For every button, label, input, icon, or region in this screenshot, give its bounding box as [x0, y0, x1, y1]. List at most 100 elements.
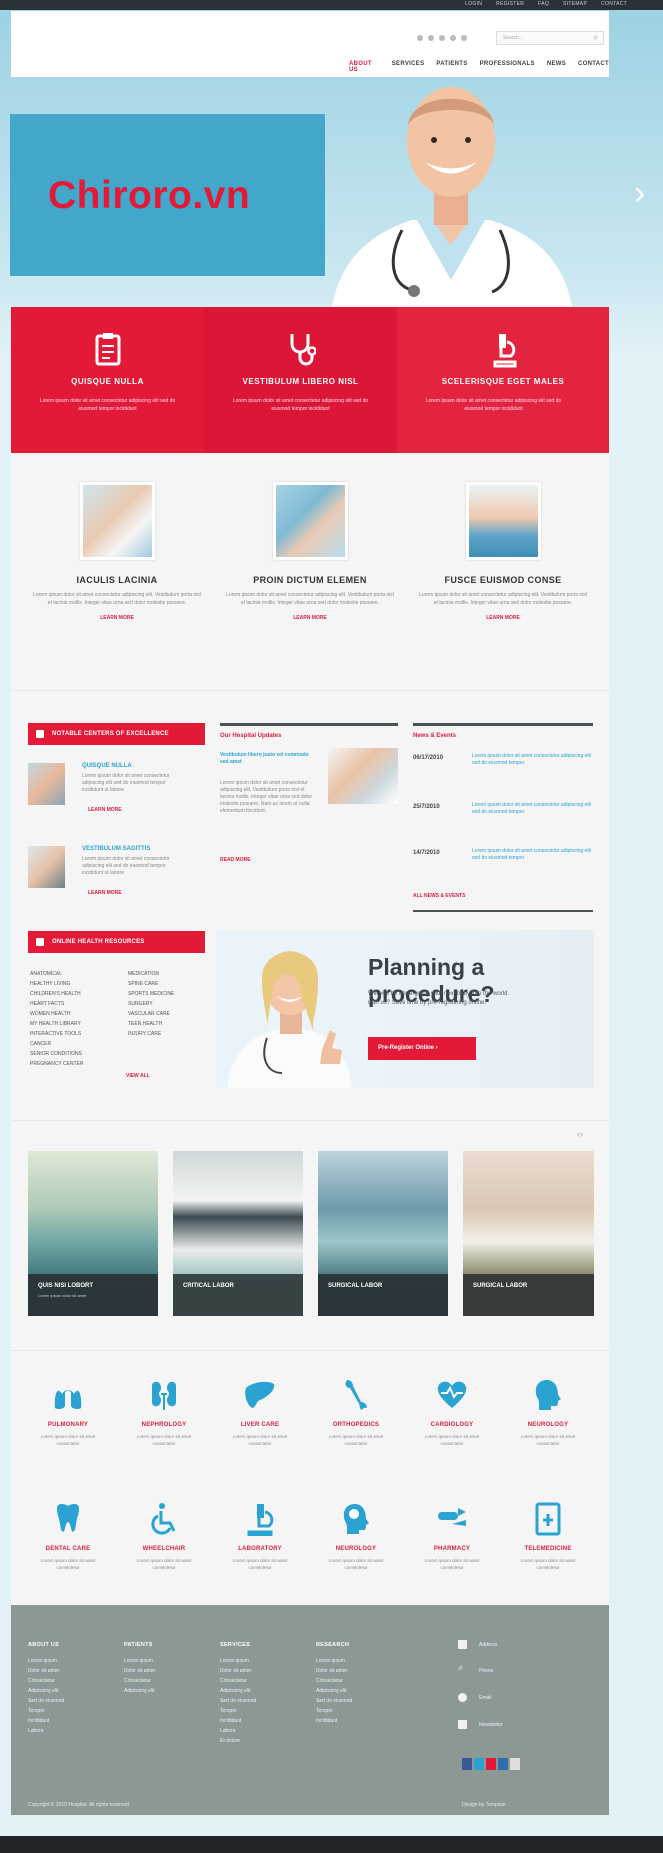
nav-services[interactable]: SERVICES	[392, 61, 425, 73]
footer-link[interactable]: Adipiscing elit	[124, 1686, 155, 1696]
footer-link[interactable]: Dolor sit amet	[28, 1666, 64, 1676]
twitter-icon[interactable]	[428, 35, 434, 41]
footer-link[interactable]: Et dolore	[220, 1736, 256, 1746]
footer-link[interactable]: Sed do eiusmod	[28, 1696, 64, 1706]
footer-link[interactable]: Tempor	[220, 1706, 256, 1716]
footer-link[interactable]: Lorem ipsum	[220, 1656, 256, 1666]
footer-link[interactable]: Labore	[28, 1726, 64, 1736]
footer-link[interactable]: Tempor	[316, 1706, 352, 1716]
chevron-right-icon[interactable]: ›	[634, 176, 645, 210]
nav-contact[interactable]: CONTACT	[578, 61, 609, 73]
footer-link[interactable]: Adipiscing elit	[220, 1686, 256, 1696]
gallery-item-1[interactable]: QUIS NISI LOBORT Lorem ipsum dolor sit am…	[28, 1151, 158, 1316]
health-link[interactable]: WOMEN HEALTH	[30, 1009, 84, 1019]
item-title[interactable]: VESTIBULUM SAGITTIS	[82, 846, 150, 852]
linkedin-icon[interactable]	[461, 35, 467, 41]
footer-link[interactable]: Dolor sit amet	[316, 1666, 352, 1676]
rss-icon[interactable]	[439, 35, 445, 41]
footer-link[interactable]: Labore	[220, 1726, 256, 1736]
health-link[interactable]: PREGNANCY CENTER	[30, 1059, 84, 1069]
hospital-subtitle[interactable]: Vestibulum libero justo vel commodo sed …	[220, 752, 310, 766]
top-link-sitemap[interactable]: SITEMAP	[563, 1, 587, 7]
service-item[interactable]: PHARMACY Lorem ipsum dolor sit amet conse…	[408, 1502, 496, 1571]
health-link[interactable]: INJURY CARE	[128, 1029, 174, 1039]
nav-news[interactable]: NEWS	[547, 61, 566, 73]
rss-icon[interactable]	[510, 1758, 520, 1770]
footer-link[interactable]: Consectetur	[316, 1676, 352, 1686]
carousel-nav-icon[interactable]: ‹›	[577, 1129, 583, 1139]
event-text[interactable]: Lorem ipsum dolor sit amet consectetur a…	[472, 802, 592, 816]
footer-link[interactable]: Sed do eiusmod	[220, 1696, 256, 1706]
footer-link[interactable]: Dolor sit amet	[220, 1666, 256, 1676]
service-item[interactable]: LIVER CARE Lorem ipsum dolor sit amet con…	[216, 1378, 304, 1447]
top-link-login[interactable]: LOGIN	[465, 1, 482, 7]
event-text[interactable]: Lorem ipsum dolor sit amet consectetur a…	[472, 753, 592, 767]
pre-register-button[interactable]: Pre-Register Online ›	[368, 1037, 476, 1060]
gallery-item-3[interactable]: SURGICAL LABOR	[318, 1151, 448, 1316]
view-all-link[interactable]: VIEW ALL	[126, 1073, 150, 1080]
service-item[interactable]: CARDIOLOGY Lorem ipsum dolor sit amet con…	[408, 1378, 496, 1447]
health-link[interactable]: INTERACTIVE TOOLS	[30, 1029, 84, 1039]
all-events-link[interactable]: ALL NEWS & EVENTS	[413, 893, 465, 900]
twitter-icon[interactable]	[474, 1758, 484, 1770]
health-link[interactable]: SURGERY	[128, 999, 174, 1009]
service-item[interactable]: ORTHOPEDICS Lorem ipsum dolor sit amet co…	[312, 1378, 400, 1447]
nav-about[interactable]: ABOUT US	[349, 61, 380, 73]
top-link-faq[interactable]: FAQ	[538, 1, 549, 7]
footer-link[interactable]: Consectetur	[220, 1676, 256, 1686]
feature-2[interactable]: VESTIBULUM LIBERO NISL Lorem ipsum dolor…	[204, 307, 397, 453]
learn-more-link[interactable]: LEARN MORE	[88, 890, 122, 896]
learn-more-link[interactable]: LEARN MORE	[215, 615, 405, 621]
footer-link[interactable]: Sed do eiusmod	[316, 1696, 352, 1706]
nav-patients[interactable]: PATIENTS	[436, 61, 467, 73]
youtube-icon[interactable]	[450, 35, 456, 41]
learn-more-link[interactable]: LEARN MORE	[408, 615, 598, 621]
health-link[interactable]: CHILDREN'S HEALTH	[30, 989, 84, 999]
read-more-link[interactable]: READ MORE	[220, 857, 251, 864]
service-item[interactable]: NEUROLOGY Lorem ipsum dolor sit amet cons…	[312, 1502, 400, 1571]
footer-link[interactable]: Incididunt	[28, 1716, 64, 1726]
health-link[interactable]: SPORTS MEDICINE	[128, 989, 174, 999]
footer-link[interactable]: Adipiscing elit	[28, 1686, 64, 1696]
top-link-register[interactable]: REGISTER	[496, 1, 524, 7]
service-item[interactable]: DENTAL CARE Lorem ipsum dolor sit amet co…	[24, 1502, 112, 1571]
facebook-icon[interactable]	[417, 35, 423, 41]
contact-newsletter[interactable]: Newsletter	[458, 1720, 503, 1729]
gallery-item-2[interactable]: CRITICAL LABOR	[173, 1151, 303, 1316]
item-title[interactable]: QUISQUE NULLA	[82, 763, 132, 769]
footer-link[interactable]: Dolor sit amet	[124, 1666, 155, 1676]
footer-link[interactable]: Consectetur	[28, 1676, 64, 1686]
service-item[interactable]: LABORATORY Lorem ipsum dolor sit amet con…	[216, 1502, 304, 1571]
health-link[interactable]: VASCULAR CARE	[128, 1009, 174, 1019]
search-icon[interactable]: ⌕	[594, 33, 598, 43]
footer-link[interactable]: Incididunt	[316, 1716, 352, 1726]
gallery-item-4[interactable]: SURGICAL LABOR	[463, 1151, 594, 1316]
search-input[interactable]: Search... ⌕	[496, 31, 604, 45]
footer-link[interactable]: Lorem ipsum	[28, 1656, 64, 1666]
nav-professionals[interactable]: PROFESSIONALS	[480, 61, 535, 73]
service-item[interactable]: TELEMEDICINE Lorem ipsum dolor sit amet c…	[504, 1502, 592, 1571]
learn-more-link[interactable]: LEARN MORE	[22, 615, 212, 621]
health-link[interactable]: HEALTHY LIVING	[30, 979, 84, 989]
service-item[interactable]: WHEELCHAIR Lorem ipsum dolor sit amet con…	[120, 1502, 208, 1571]
health-link[interactable]: HEART FACTS	[30, 999, 84, 1009]
health-link[interactable]: MY HEALTH LIBRARY	[30, 1019, 84, 1029]
health-link[interactable]: SPINE CARE	[128, 979, 174, 989]
event-text[interactable]: Lorem ipsum dolor sit amet consectetur a…	[472, 848, 592, 862]
health-link[interactable]: CANCER	[30, 1039, 84, 1049]
health-link[interactable]: ANATOMICAL	[30, 969, 84, 979]
footer-link[interactable]: Tempor	[28, 1706, 64, 1716]
footer-link[interactable]: Consectetur	[124, 1676, 155, 1686]
learn-more-link[interactable]: LEARN MORE	[88, 807, 122, 813]
footer-link[interactable]: Lorem ipsum	[124, 1656, 155, 1666]
feature-1[interactable]: QUISQUE NULLA Lorem ipsum dolor sit amet…	[11, 307, 204, 453]
service-item[interactable]: NEUROLOGY Lorem ipsum dolor sit amet cons…	[504, 1378, 592, 1447]
feature-3[interactable]: SCELERISQUE EGET MALES Lorem ipsum dolor…	[397, 307, 609, 453]
health-link[interactable]: TEEN HEALTH	[128, 1019, 174, 1029]
contact-email[interactable]: Email	[458, 1693, 492, 1702]
youtube-icon[interactable]	[486, 1758, 496, 1770]
top-link-contact[interactable]: CONTACT	[601, 1, 627, 7]
facebook-icon[interactable]	[462, 1758, 472, 1770]
service-item[interactable]: PULMONARY Lorem ipsum dolor sit amet cons…	[24, 1378, 112, 1447]
footer-link[interactable]: Lorem ipsum	[316, 1656, 352, 1666]
